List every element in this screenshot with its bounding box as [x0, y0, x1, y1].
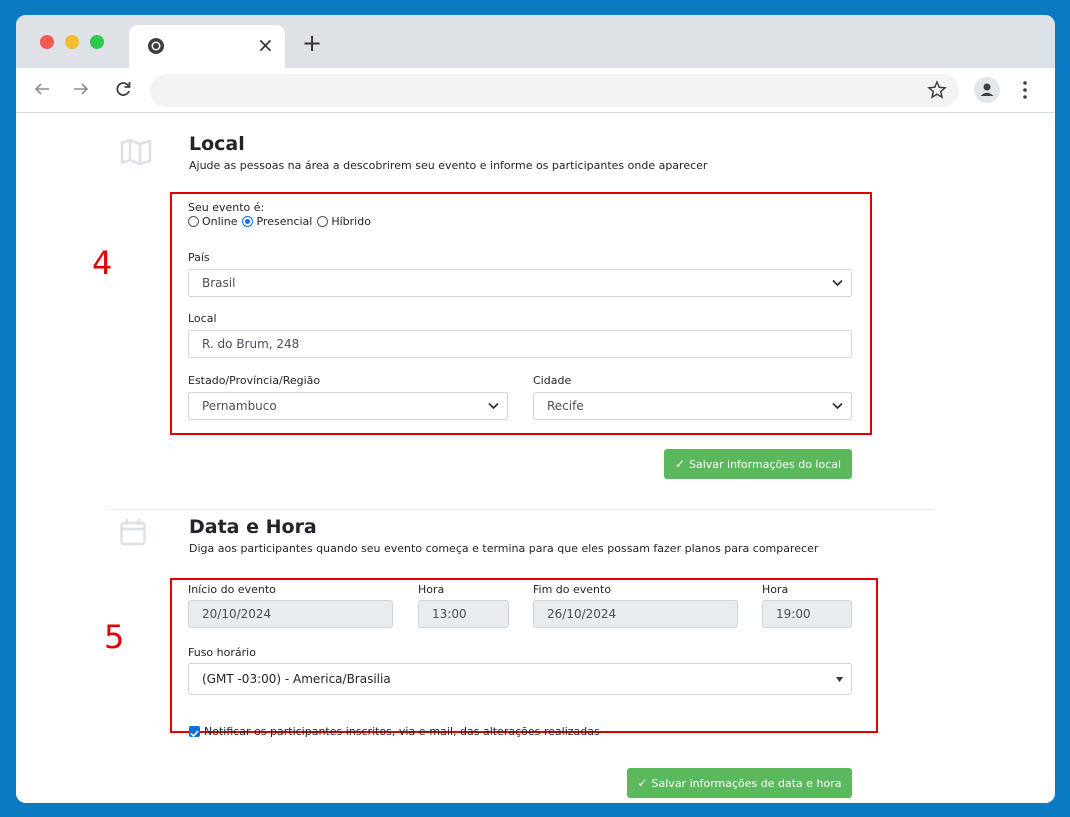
radio-presencial[interactable] — [242, 216, 254, 227]
start-time-label: Hora — [418, 583, 445, 596]
save-local-button-label: Salvar informações do local — [688, 457, 842, 471]
person-icon — [980, 83, 994, 96]
back-arrow-icon[interactable] — [32, 79, 52, 99]
browser-window: × + Local Ajude as pessoas na área a des… — [16, 15, 1055, 803]
chevron-down-icon — [488, 402, 499, 410]
start-date-input[interactable]: 20/10/2024 — [188, 600, 393, 628]
close-window-button[interactable] — [40, 35, 54, 49]
browser-tab[interactable]: × — [129, 25, 285, 68]
timezone-select-value: (GMT -03:00) - America/Brasilia — [202, 672, 391, 686]
city-select-value: Recife — [547, 399, 584, 413]
calendar-icon — [120, 519, 146, 546]
step-number-4: 4 — [92, 244, 113, 282]
start-date-value: 20/10/2024 — [202, 607, 272, 621]
start-date-label: Início do evento — [188, 583, 276, 596]
datetime-section-description: Diga aos participantes quando seu evento… — [189, 542, 819, 555]
forward-arrow-icon[interactable] — [71, 79, 91, 99]
event-type-radio-group: Online Presencial Híbrido — [188, 215, 376, 228]
checkmark-icon — [190, 730, 199, 738]
address-bar[interactable] — [150, 74, 959, 107]
reload-icon[interactable] — [113, 79, 133, 99]
chevron-down-icon — [832, 279, 843, 287]
more-options-icon[interactable] — [1022, 80, 1028, 100]
tab-close-button[interactable]: × — [257, 35, 274, 55]
start-time-value: 13:00 — [432, 607, 467, 621]
end-date-label: Fim do evento — [533, 583, 612, 596]
address-input[interactable]: R. do Brum, 248 — [188, 330, 852, 358]
radio-online-label[interactable]: Online — [202, 215, 237, 228]
state-select[interactable]: Pernambuco — [188, 392, 508, 420]
timezone-label: Fuso horário — [188, 646, 256, 659]
event-type-label: Seu evento é: — [188, 201, 265, 214]
tab-bar: × + — [16, 15, 1055, 68]
check-icon: ✓ — [637, 776, 648, 790]
browser-toolbar — [16, 68, 1055, 113]
end-date-value: 26/10/2024 — [547, 607, 617, 621]
chevron-down-icon — [832, 402, 843, 410]
save-local-button[interactable]: ✓ Salvar informações do local — [664, 449, 852, 479]
datetime-section-title: Data e Hora — [189, 516, 317, 538]
state-label: Estado/Província/Região — [188, 374, 321, 387]
end-time-input[interactable]: 19:00 — [762, 600, 852, 628]
radio-hibrido[interactable] — [317, 216, 329, 227]
radio-presencial-label[interactable]: Presencial — [256, 215, 312, 228]
step-number-5: 5 — [104, 618, 125, 656]
profile-avatar[interactable] — [974, 77, 1000, 103]
notify-label[interactable]: Notificar os participantes inscritos, vi… — [204, 725, 600, 738]
state-select-value: Pernambuco — [202, 399, 277, 413]
bookmark-star-icon[interactable] — [927, 80, 947, 100]
local-section-title: Local — [189, 133, 245, 155]
maximize-window-button[interactable] — [90, 35, 104, 49]
address-input-value: R. do Brum, 248 — [202, 337, 300, 351]
address-label: Local — [188, 312, 217, 325]
country-select[interactable]: Brasil — [188, 269, 852, 297]
start-time-input[interactable]: 13:00 — [418, 600, 509, 628]
notify-checkbox[interactable] — [189, 726, 200, 738]
save-datetime-button[interactable]: ✓ Salvar informações de data e hora — [627, 768, 852, 798]
page-content: Local Ajude as pessoas na área a descobr… — [16, 113, 1055, 803]
radio-online[interactable] — [188, 216, 199, 227]
city-label: Cidade — [533, 374, 572, 387]
timezone-select[interactable]: (GMT -03:00) - America/Brasilia — [188, 663, 852, 695]
save-datetime-button-label: Salvar informações de data e hora — [651, 776, 842, 790]
section-divider — [108, 509, 934, 510]
radio-hibrido-label[interactable]: Híbrido — [331, 215, 371, 228]
country-label: País — [188, 251, 210, 264]
end-time-value: 19:00 — [776, 607, 811, 621]
map-icon — [120, 139, 152, 165]
caret-down-icon — [836, 677, 843, 682]
end-time-label: Hora — [762, 583, 789, 596]
check-icon: ✓ — [674, 457, 685, 471]
country-select-value: Brasil — [202, 276, 236, 290]
end-date-input[interactable]: 26/10/2024 — [533, 600, 738, 628]
city-select[interactable]: Recife — [533, 392, 852, 420]
new-tab-button[interactable]: + — [302, 31, 322, 55]
minimize-window-button[interactable] — [65, 35, 79, 49]
local-section-description: Ajude as pessoas na área a descobrirem s… — [189, 159, 708, 172]
chrome-icon — [148, 38, 164, 54]
